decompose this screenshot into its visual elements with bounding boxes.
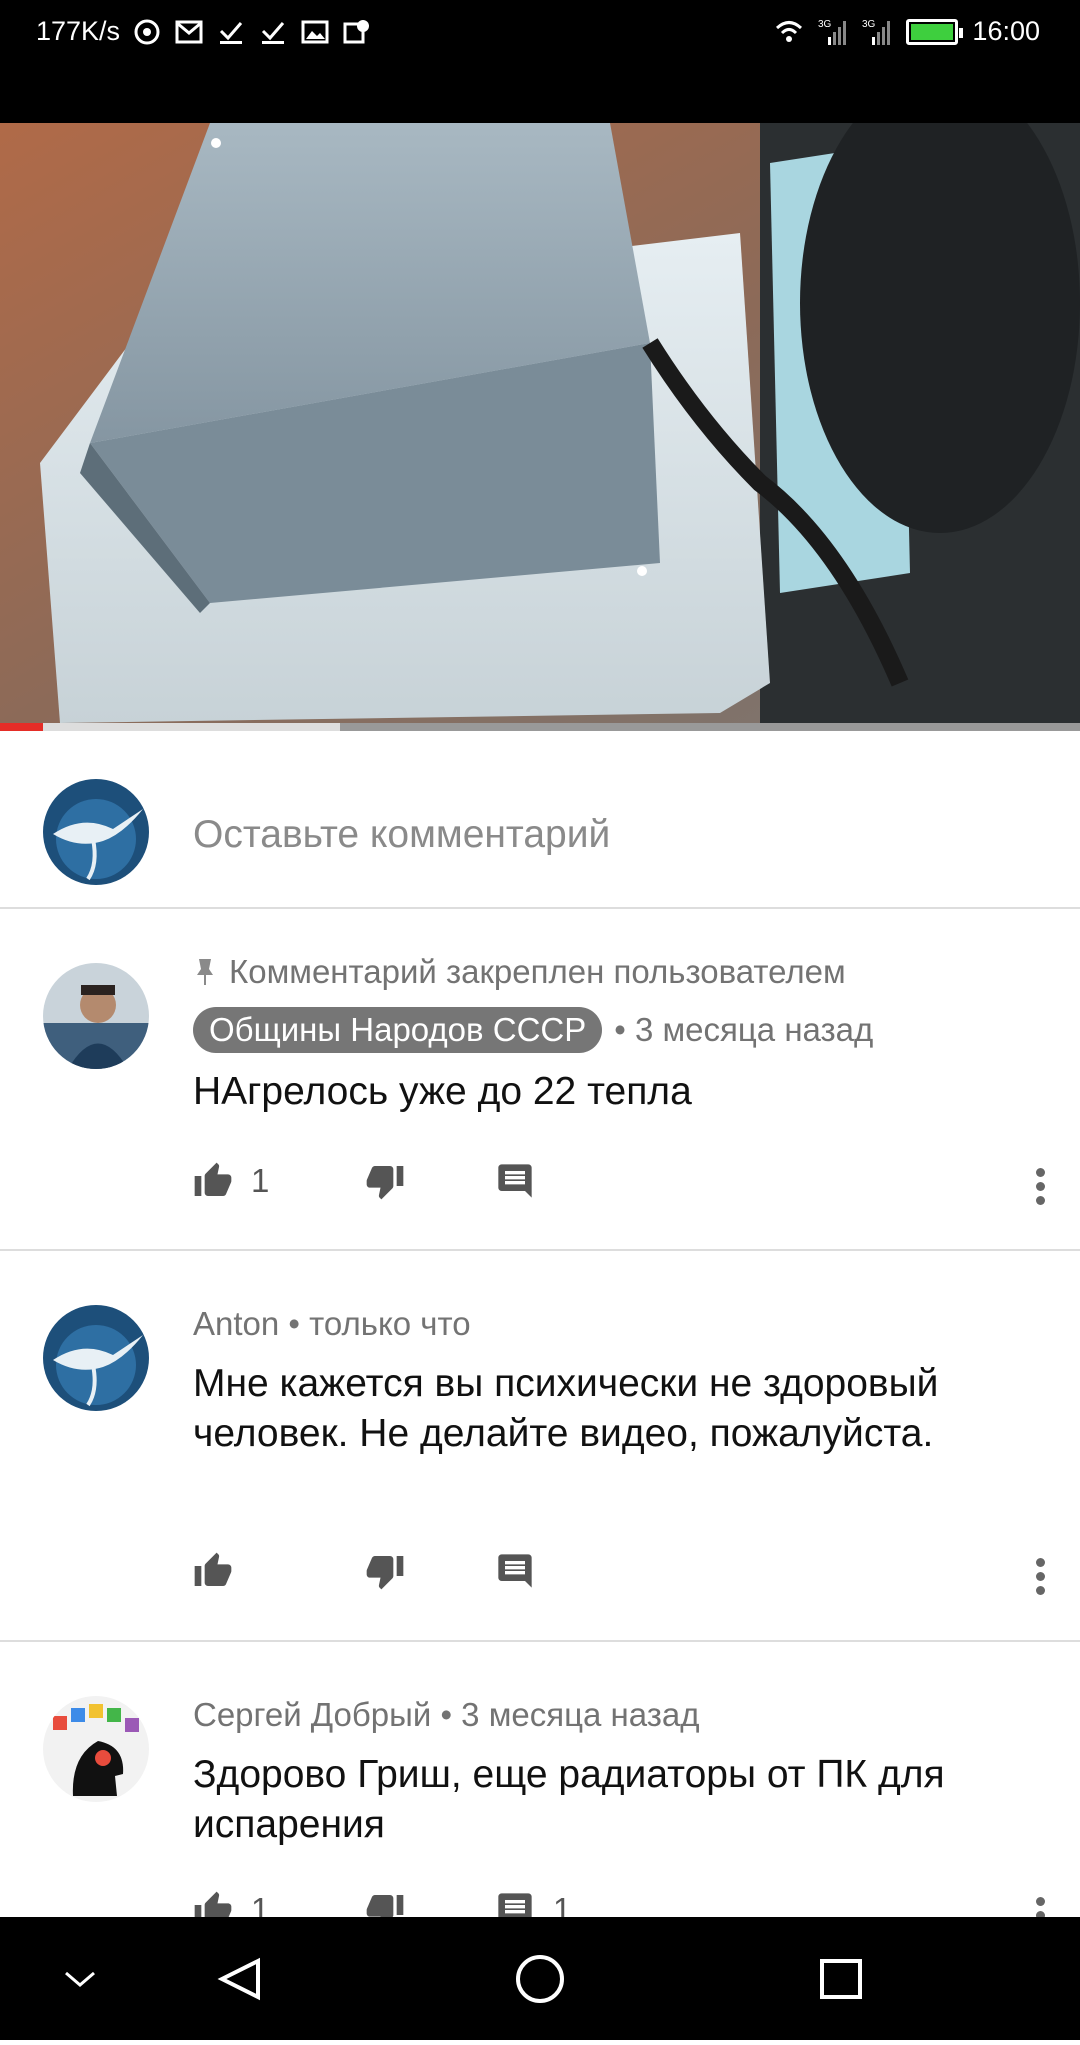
like-button[interactable]: 1 xyxy=(193,1890,365,1917)
author-avatar[interactable] xyxy=(43,1305,149,1411)
like-count: 1 xyxy=(251,1891,270,1917)
pin-icon xyxy=(197,959,213,985)
video-player[interactable] xyxy=(0,123,1080,731)
dislike-button[interactable] xyxy=(365,1551,495,1591)
comment-compose: Оставьте комментарий xyxy=(0,731,1080,909)
video-frame xyxy=(0,123,1080,731)
comment-actions: 1 1 xyxy=(193,1890,571,1917)
comment-actions: 1 xyxy=(193,1161,535,1201)
status-right: 3G 3G 16:00 xyxy=(774,16,1040,47)
battery-icon xyxy=(906,18,964,45)
back-icon[interactable] xyxy=(217,1957,260,2001)
navigation-bar xyxy=(0,1917,1080,2040)
pinned-label: Комментарий закреплен пользователем xyxy=(229,953,846,990)
reply-icon xyxy=(498,1554,532,1588)
download-done-icon-2 xyxy=(262,21,285,44)
wifi-icon xyxy=(776,20,803,42)
video-played-bar[interactable] xyxy=(0,723,44,731)
comment-meta: Anton • только что xyxy=(193,1305,471,1342)
svg-text:3G: 3G xyxy=(862,19,876,30)
dislike-button[interactable] xyxy=(365,1890,495,1917)
like-icon xyxy=(194,1162,232,1196)
home-icon[interactable] xyxy=(516,1955,564,2003)
location-icon xyxy=(343,19,370,43)
like-icon xyxy=(194,1552,232,1586)
net-speed: 177K/s xyxy=(36,16,121,46)
comment-input[interactable]: Оставьте комментарий xyxy=(193,813,610,857)
reply-button[interactable] xyxy=(495,1161,535,1201)
comment-text: Здорово Гриш, еще радиаторы от ПК для ис… xyxy=(193,1753,945,1846)
like-count: 1 xyxy=(251,1162,270,1199)
author-avatar[interactable] xyxy=(43,1696,149,1802)
comment-actions xyxy=(193,1551,535,1591)
reply-count: 1 xyxy=(553,1891,572,1917)
dislike-icon xyxy=(366,1895,404,1917)
reply-icon xyxy=(498,1893,532,1917)
signal-icon-2: 3G xyxy=(862,19,891,45)
status-left: 177K/s xyxy=(36,16,372,47)
comment-text: Мне кажется вы психически не здоровый че… xyxy=(193,1362,939,1455)
dislike-icon xyxy=(366,1166,404,1200)
comment-item: Anton • только что Мне кажется вы психич… xyxy=(0,1251,1080,1642)
comment-meta: Сергей Добрый • 3 месяца назад xyxy=(193,1696,700,1733)
chevron-down-icon[interactable] xyxy=(65,1971,95,1987)
like-button[interactable] xyxy=(193,1551,365,1591)
reply-icon xyxy=(498,1164,532,1198)
dislike-button[interactable] xyxy=(365,1161,495,1201)
vpn-icon xyxy=(134,19,160,44)
more-icon[interactable] xyxy=(1034,1163,1046,1210)
comment-text: НАгрелось уже до 22 тепла xyxy=(193,1070,692,1113)
download-done-icon xyxy=(220,21,243,44)
status-bar: 177K/s 3G 3G 16:00 xyxy=(0,0,1080,123)
recents-icon[interactable] xyxy=(820,1959,862,1999)
reply-button[interactable]: 1 xyxy=(495,1890,571,1917)
like-button[interactable]: 1 xyxy=(193,1161,365,1201)
comment-item: Комментарий закреплен пользователем Общи… xyxy=(0,909,1080,1251)
dislike-icon xyxy=(366,1556,404,1590)
author-avatar[interactable] xyxy=(43,963,149,1069)
comment-time: • 3 месяца назад xyxy=(614,1011,874,1048)
user-avatar[interactable] xyxy=(43,779,149,885)
like-icon xyxy=(194,1891,232,1917)
video-buffered-bar xyxy=(0,723,341,731)
pinned-indicator: Комментарий закреплен пользователем xyxy=(193,953,846,991)
more-icon[interactable] xyxy=(1034,1553,1046,1600)
gallery-icon xyxy=(301,20,329,43)
signal-icon: 3G xyxy=(818,19,847,45)
more-icon[interactable] xyxy=(1034,1892,1046,1917)
mail-icon xyxy=(175,20,203,43)
comment-meta: Общины Народов СССР • 3 месяца назад xyxy=(193,1007,873,1053)
reply-button[interactable] xyxy=(495,1551,535,1591)
clock: 16:00 xyxy=(972,16,1040,46)
comment-item: Сергей Добрый • 3 месяца назад Здорово Г… xyxy=(0,1642,1080,1917)
channel-owner-badge[interactable]: Общины Народов СССР xyxy=(193,1007,603,1053)
svg-text:3G: 3G xyxy=(818,19,832,30)
